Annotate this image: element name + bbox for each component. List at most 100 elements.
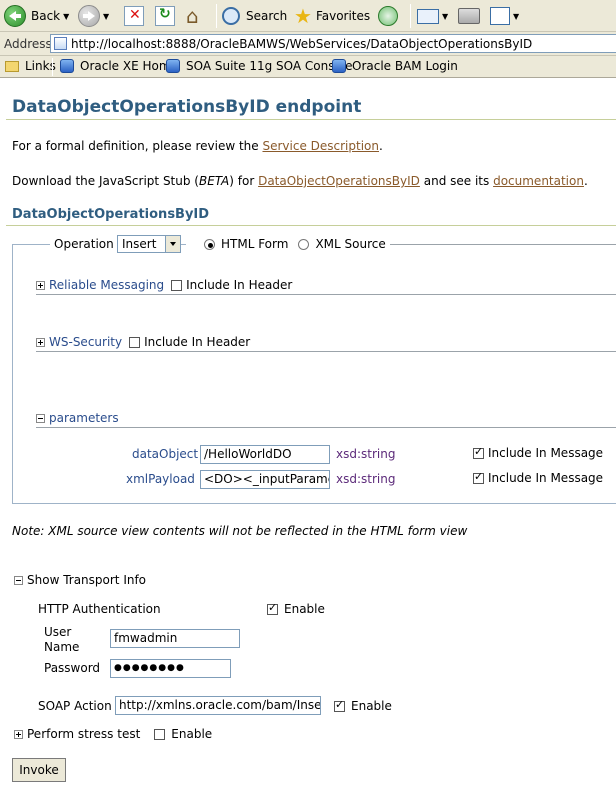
param-name-xmlpayload: xmlPayload xyxy=(126,472,195,486)
reliable-messaging-checkbox[interactable] xyxy=(171,279,183,291)
link-label: Oracle BAM Login xyxy=(352,59,458,73)
page-content: DataObjectOperationsByID endpoint For a … xyxy=(0,79,616,794)
documentation-link[interactable]: documentation xyxy=(493,174,584,188)
print-icon xyxy=(458,8,480,24)
expand-icon[interactable] xyxy=(14,729,23,739)
mail-button[interactable]: ▼ xyxy=(417,2,448,30)
ie-page-icon xyxy=(60,59,74,73)
chevron-down-icon[interactable]: ▼ xyxy=(513,12,519,21)
soap-enable-label: Enable xyxy=(351,699,392,713)
favorites-label: Favorites xyxy=(315,9,371,23)
collapse-icon[interactable] xyxy=(36,413,45,423)
fieldset-legend-line xyxy=(380,244,616,245)
reliable-messaging-include-label: Include In Header xyxy=(186,278,293,292)
link-oracle-xe-home[interactable]: Oracle XE Home xyxy=(60,59,178,73)
search-icon xyxy=(222,7,240,25)
refresh-button[interactable]: ↻ xyxy=(155,2,175,30)
link-bam-login[interactable]: Oracle BAM Login xyxy=(332,59,458,73)
dataobject-include-row: Include In Message xyxy=(473,445,604,460)
chevron-down-icon[interactable]: ▼ xyxy=(63,12,69,21)
username-input[interactable]: fmwadmin xyxy=(110,629,240,648)
link-label: SOA Suite 11g SOA Console xyxy=(186,59,353,73)
xml-source-label: XML Source xyxy=(315,237,386,251)
page-title: DataObjectOperationsByID endpoint xyxy=(12,97,362,117)
operation-label: Operation : xyxy=(54,237,122,251)
address-label: Address xyxy=(4,37,52,51)
favorites-button[interactable]: ★ Favorites xyxy=(294,2,370,30)
user-name-label: User Name xyxy=(44,625,80,654)
stress-test-checkbox[interactable] xyxy=(154,728,166,740)
include-in-message-label: Include In Message xyxy=(488,471,604,485)
stop-button[interactable]: ✕ xyxy=(124,2,144,30)
service-description-link[interactable]: Service Description xyxy=(262,139,379,153)
collapse-icon[interactable] xyxy=(14,575,23,585)
expand-icon[interactable] xyxy=(36,280,45,290)
page-icon xyxy=(54,37,67,50)
home-icon: ⌂ xyxy=(186,4,199,28)
ws-security-label[interactable]: WS-Security xyxy=(49,335,122,349)
edit-button[interactable]: ▼ xyxy=(490,2,519,30)
stress-enable-label: Enable xyxy=(171,727,213,741)
xmlpayload-include-row: Include In Message xyxy=(473,470,604,485)
link-soa-console[interactable]: SOA Suite 11g SOA Console xyxy=(166,59,353,73)
address-bar: Address http://localhost:8888/OracleBAMW… xyxy=(0,32,616,56)
html-form-label: HTML Form xyxy=(221,237,289,251)
password-input[interactable]: ●●●●●●●● xyxy=(110,659,231,678)
chevron-down-icon[interactable]: ▼ xyxy=(103,12,109,21)
edit-icon xyxy=(490,7,510,25)
show-transport-label[interactable]: Show Transport Info xyxy=(27,573,146,587)
stop-icon: ✕ xyxy=(124,6,144,26)
parameters-row: parameters xyxy=(36,411,119,425)
operation-select[interactable]: Insert xyxy=(117,235,181,253)
forward-arrow-icon xyxy=(78,5,100,27)
ie-page-icon xyxy=(166,59,180,73)
ws-security-checkbox[interactable] xyxy=(129,336,141,348)
mail-icon xyxy=(417,8,439,24)
dataobject-input[interactable]: /HelloWorldDO xyxy=(200,445,330,464)
stub-link[interactable]: DataObjectOperationsByID xyxy=(258,174,420,188)
xmlpayload-input[interactable]: <DO><_inputParamete xyxy=(200,470,330,489)
back-arrow-icon xyxy=(4,5,26,27)
expand-icon[interactable] xyxy=(36,337,45,347)
browser-toolbar: Back ▼ ▼ ✕ ↻ ⌂ Search ★ Favorites ▼ ▼ xyxy=(0,0,616,32)
xml-source-radio[interactable] xyxy=(298,238,310,250)
links-bar: Links Oracle XE Home SOA Suite 11g SOA C… xyxy=(0,56,616,78)
back-label: Back xyxy=(31,9,61,23)
invoke-button[interactable]: Invoke xyxy=(12,758,66,782)
parameters-label[interactable]: parameters xyxy=(49,411,119,425)
history-button[interactable] xyxy=(378,2,398,30)
ie-page-icon xyxy=(332,59,346,73)
http-auth-enable-label: Enable xyxy=(284,602,325,616)
folder-icon xyxy=(5,60,19,72)
reliable-messaging-divider xyxy=(36,294,616,295)
section-title: DataObjectOperationsByID xyxy=(12,207,210,222)
view-mode-group: HTML Form XML Source xyxy=(186,235,390,253)
http-auth-label: HTTP Authentication xyxy=(38,602,161,616)
http-auth-enable-checkbox[interactable] xyxy=(267,601,278,615)
xmlpayload-include-checkbox[interactable] xyxy=(473,470,484,484)
soap-action-enable-checkbox[interactable] xyxy=(334,698,345,712)
show-transport-row: Show Transport Info xyxy=(14,573,146,587)
html-form-radio[interactable] xyxy=(204,238,215,250)
section-divider xyxy=(6,225,616,226)
forward-button[interactable]: ▼ xyxy=(78,2,109,30)
soap-action-label: SOAP Action xyxy=(38,699,112,713)
search-button[interactable]: Search xyxy=(222,2,287,30)
print-button[interactable] xyxy=(458,2,480,30)
links-button[interactable]: Links xyxy=(5,59,56,73)
stress-test-label[interactable]: Perform stress test xyxy=(27,727,140,741)
chevron-down-icon[interactable] xyxy=(165,236,180,252)
reliable-messaging-label[interactable]: Reliable Messaging xyxy=(49,278,164,292)
formal-definition-text: For a formal definition, please review t… xyxy=(12,139,383,153)
home-button[interactable]: ⌂ xyxy=(186,2,199,30)
address-input[interactable]: http://localhost:8888/OracleBAMWS/WebSer… xyxy=(50,34,616,53)
soap-action-input[interactable]: http://xmlns.oracle.com/bam/Insert xyxy=(115,696,321,715)
back-button[interactable]: Back ▼ xyxy=(4,2,69,30)
reliable-messaging-row: Reliable Messaging Include In Header xyxy=(36,278,292,292)
dataobject-include-checkbox[interactable] xyxy=(473,445,484,459)
chevron-down-icon[interactable]: ▼ xyxy=(442,12,448,21)
param-type: xsd:string xyxy=(336,447,396,461)
ws-security-row: WS-Security Include In Header xyxy=(36,335,250,349)
include-in-message-label: Include In Message xyxy=(488,446,604,460)
link-label: Oracle XE Home xyxy=(80,59,178,73)
